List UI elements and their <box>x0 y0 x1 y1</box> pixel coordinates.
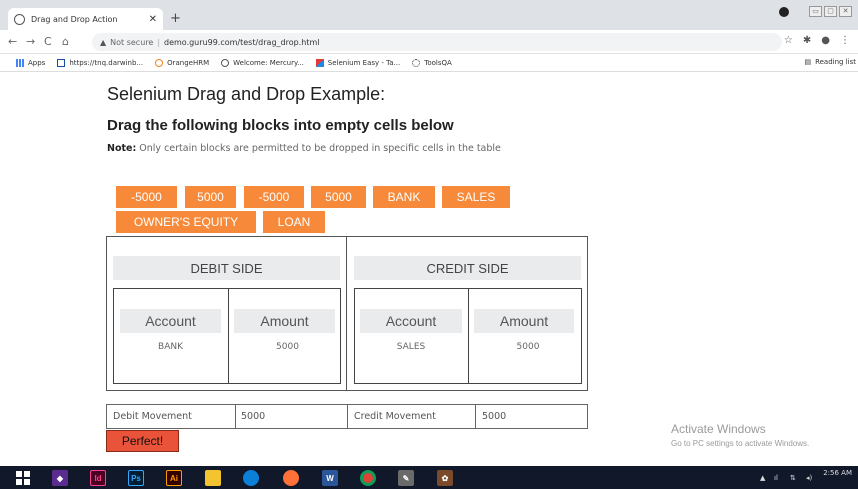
warning-icon: ▲ <box>100 37 107 47</box>
illustrator-icon[interactable]: Ai <box>166 470 182 486</box>
minimize-button[interactable]: ▭ <box>809 6 822 17</box>
maximize-button[interactable]: ▢ <box>824 6 837 17</box>
menu-icon[interactable]: ⋮ <box>840 35 850 46</box>
toolsqa-icon <box>412 58 421 67</box>
globe-icon <box>221 58 230 67</box>
page-subtitle: Drag the following blocks into empty cel… <box>107 117 454 134</box>
credit-movement-value: 5000 <box>482 411 507 422</box>
extension-icons: ☆ ✱ ● ⋮ <box>784 35 850 46</box>
drag-block-owners-equity[interactable]: OWNER'S EQUITY <box>116 211 256 233</box>
orangehrm-icon <box>155 58 164 67</box>
address-bar: ← → C ⌂ ▲ Not secure | demo.guru99.com/t… <box>0 30 858 54</box>
watermark-subtitle: Go to PC settings to activate Windows. <box>671 439 810 448</box>
page-title: Selenium Drag and Drop Example: <box>107 84 386 104</box>
debit-side-header: DEBIT SIDE <box>113 256 340 280</box>
bookmark-mercury[interactable]: Welcome: Mercury... <box>221 58 304 67</box>
reading-list-button[interactable]: ▤ Reading list <box>804 58 856 66</box>
drag-block-5000[interactable]: 5000 <box>311 186 366 208</box>
visual-studio-icon[interactable]: ◆ <box>52 470 68 486</box>
avatar[interactable]: ● <box>821 35 830 46</box>
drag-block-sales[interactable]: SALES <box>442 186 510 208</box>
apps-grid-icon <box>16 58 24 67</box>
movement-divider <box>235 404 236 429</box>
not-secure-label: Not secure <box>110 37 154 47</box>
debit-account-header: Account <box>120 309 221 333</box>
table-divider <box>346 236 347 391</box>
tray-clock[interactable]: 2:56 AM <box>823 469 852 478</box>
volume-icon[interactable]: ◂) <box>806 474 812 482</box>
movement-divider <box>347 404 348 429</box>
debit-amount-header: Amount <box>234 309 335 333</box>
close-window-button[interactable]: ✕ <box>839 6 852 17</box>
watermark-title: Activate Windows <box>671 422 766 436</box>
note-body: Only certain blocks are permitted to be … <box>136 143 501 154</box>
drag-block-minus-5000[interactable]: -5000 <box>244 186 304 208</box>
credit-movement-label: Credit Movement <box>354 411 436 422</box>
credit-amount-value[interactable]: 5000 <box>474 342 582 352</box>
bookmark-darwinbox[interactable]: https://tnq.darwinb... <box>57 58 143 67</box>
drag-block-minus-5000[interactable]: -5000 <box>116 186 177 208</box>
url-separator: | <box>157 37 161 47</box>
home-icon[interactable]: ⌂ <box>62 35 69 48</box>
reload-icon[interactable]: C <box>44 35 52 48</box>
bookmark-apps[interactable]: Apps <box>16 58 45 67</box>
activate-windows-watermark: Activate Windows Go to PC settings to ac… <box>671 422 809 448</box>
debit-column-divider <box>228 288 229 384</box>
note-text: Note: Only certain blocks are permitted … <box>107 143 501 154</box>
clock-time: 2:56 AM <box>823 469 852 477</box>
window-controls: ▭ ▢ ✕ <box>779 6 852 17</box>
tab-title: Drag and Drop Action <box>31 14 118 24</box>
puzzle-icon[interactable]: ✱ <box>803 35 811 46</box>
bookmark-toolsqa[interactable]: ToolsQA <box>412 58 452 67</box>
drag-block-bank[interactable]: BANK <box>373 186 435 208</box>
edge-icon[interactable] <box>243 470 259 486</box>
selenium-easy-icon <box>315 58 324 67</box>
drag-block-5000[interactable]: 5000 <box>185 186 236 208</box>
record-icon <box>779 6 789 17</box>
windows-start-icon[interactable] <box>15 470 31 486</box>
credit-side-header: CREDIT SIDE <box>354 256 581 280</box>
word-icon[interactable]: W <box>322 470 338 486</box>
credit-column-divider <box>468 288 469 384</box>
debit-account-value[interactable]: BANK <box>120 342 221 352</box>
movement-divider <box>475 404 476 429</box>
bookmark-selenium-easy[interactable]: Selenium Easy - Ta... <box>315 58 400 67</box>
bookmarks-bar: Apps https://tnq.darwinb... OrangeHRM We… <box>0 54 858 72</box>
chrome-icon[interactable] <box>360 470 376 486</box>
darwinbox-icon <box>57 58 66 67</box>
back-icon[interactable]: ← <box>8 35 17 48</box>
signal-icon[interactable]: ıl <box>774 474 778 482</box>
app-icon[interactable]: ✿ <box>437 470 453 486</box>
tray-chevron-icon[interactable]: ▲ <box>760 474 765 482</box>
debit-movement-value: 5000 <box>241 411 266 422</box>
photoshop-icon[interactable]: Ps <box>128 470 144 486</box>
note-label: Note: <box>107 143 137 154</box>
url-field[interactable]: ▲ Not secure | demo.guru99.com/test/drag… <box>92 33 782 51</box>
browser-tab-bar: Drag and Drop Action ✕ + ▭ ▢ ✕ <box>0 0 858 30</box>
firefox-icon[interactable] <box>283 470 299 486</box>
file-explorer-icon[interactable] <box>205 470 221 486</box>
debit-movement-label: Debit Movement <box>113 411 192 422</box>
close-icon[interactable]: ✕ <box>149 14 157 25</box>
indesign-icon[interactable]: Id <box>90 470 106 486</box>
star-icon[interactable]: ☆ <box>784 35 793 46</box>
forward-icon[interactable]: → <box>26 35 35 48</box>
reading-list-icon: ▤ <box>804 58 812 66</box>
credit-amount-header: Amount <box>474 309 574 333</box>
globe-icon <box>14 13 25 25</box>
url-text: demo.guru99.com/test/drag_drop.html <box>164 37 320 47</box>
debit-amount-value[interactable]: 5000 <box>234 342 341 352</box>
browser-tab[interactable]: Drag and Drop Action ✕ <box>8 8 163 30</box>
credit-account-header: Account <box>360 309 462 333</box>
credit-account-value[interactable]: SALES <box>360 342 462 352</box>
new-tab-icon[interactable]: + <box>170 11 181 26</box>
debit-drop-area[interactable] <box>113 288 341 384</box>
paint-icon[interactable]: ✎ <box>398 470 414 486</box>
drag-block-loan[interactable]: LOAN <box>263 211 325 233</box>
perfect-result-button[interactable]: Perfect! <box>106 430 179 452</box>
network-icon[interactable]: ⇅ <box>790 474 796 482</box>
bookmark-orangehrm[interactable]: OrangeHRM <box>155 58 209 67</box>
